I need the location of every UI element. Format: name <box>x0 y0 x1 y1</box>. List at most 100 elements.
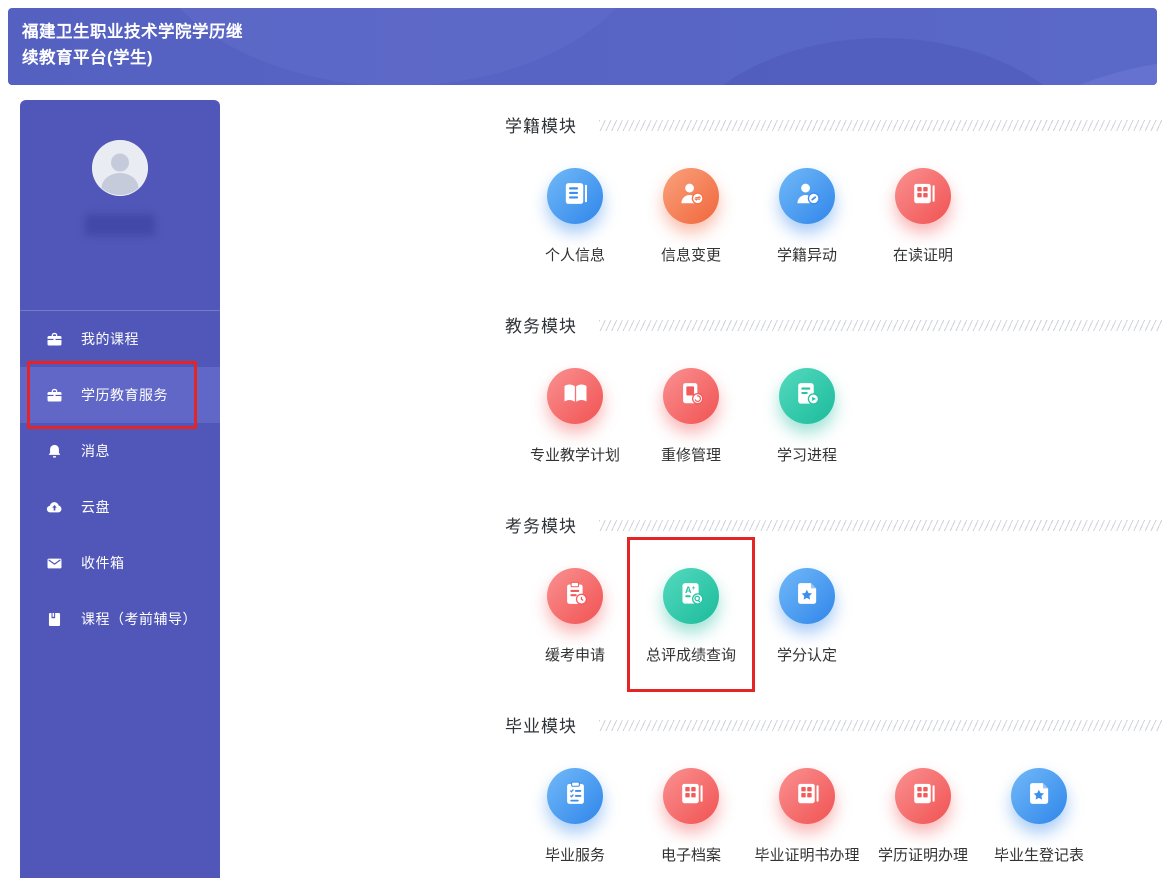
tile-circle <box>547 768 603 824</box>
module-tiles: 缓考申请 A + 总评成绩查询 学分认定 <box>517 537 1162 692</box>
sidebar-item-label: 消息 <box>81 443 110 459</box>
tile-circle <box>663 168 719 224</box>
tile-label: 毕业证明书办理 <box>754 847 860 864</box>
tile-circle <box>779 768 835 824</box>
app-title: 福建卫生职业技术学院学历继 续教育平台(学生) <box>22 19 243 71</box>
tile-enrollment-certificate[interactable]: 在读证明 <box>865 168 981 265</box>
briefcase-icon <box>45 330 64 349</box>
tile-student-status-change[interactable]: 学籍异动 <box>749 168 865 265</box>
tile-label: 毕业服务 <box>544 847 605 864</box>
sidebar-item-cloud-drive[interactable]: 云盘 <box>20 479 220 535</box>
tile-label: 在读证明 <box>892 247 953 264</box>
tile-overall-score-inquiry[interactable]: A + 总评成绩查询 <box>627 537 755 692</box>
tile-label: 电子档案 <box>660 847 721 864</box>
module-title: 学籍模块 <box>505 116 577 136</box>
app-title-line2: 续教育平台(学生) <box>22 49 153 67</box>
module-tiles: 个人信息 信息变更 学籍异动 在读证明 <box>517 168 1162 265</box>
tile-circle <box>547 368 603 424</box>
tile-label: 总评成绩查询 <box>645 647 736 664</box>
sidebar-item-label: 云盘 <box>81 499 110 515</box>
tile-label: 学习进程 <box>776 447 837 464</box>
tile-circle <box>1011 768 1067 824</box>
tile-circle <box>547 168 603 224</box>
tile-circle <box>663 368 719 424</box>
svg-text:+: + <box>691 585 695 592</box>
module-header: 教务模块 <box>505 313 1162 336</box>
app-header: 福建卫生职业技术学院学历继 续教育平台(学生) <box>8 8 1157 85</box>
doc-star-icon <box>1024 778 1055 814</box>
card-grid-icon <box>908 778 939 814</box>
module-title: 毕业模块 <box>505 716 577 736</box>
sidebar-item-label: 学历教育服务 <box>81 387 168 403</box>
tile-graduate-registration-form[interactable]: 毕业生登记表 <box>981 768 1097 865</box>
tile-graduation-certificate-handling[interactable]: 毕业证明书办理 <box>749 768 865 865</box>
user-name-redacted <box>85 214 155 236</box>
clipboard-list-icon <box>560 778 591 814</box>
tile-degree-certificate-handling[interactable]: 学历证明办理 <box>865 768 981 865</box>
tile-label: 缓考申请 <box>544 647 605 664</box>
sidebar-menu: 我的课程 学历教育服务 消息 云盘 收件箱 课程（考前辅导） <box>20 311 220 647</box>
tile-label: 学分认定 <box>776 647 837 664</box>
tile-major-teaching-plan[interactable]: 专业教学计划 <box>517 368 633 465</box>
tile-info-change[interactable]: 信息变更 <box>633 168 749 265</box>
avatar[interactable] <box>92 140 148 196</box>
person-icon <box>92 140 148 196</box>
sidebar-item-label: 我的课程 <box>81 331 139 347</box>
section-divider-pattern <box>599 119 1162 131</box>
tile-retake-management[interactable]: 重修管理 <box>633 368 749 465</box>
tile-circle <box>547 568 603 624</box>
student-status-module: 学籍模块 个人信息 信息变更 学籍异动 在读证明 <box>505 113 1162 265</box>
module-title: 考务模块 <box>505 516 577 536</box>
sidebar-item-courses-exam-tutoring[interactable]: 课程（考前辅导） <box>20 591 220 647</box>
card-grid-icon <box>676 778 707 814</box>
sidebar: 我的课程 学历教育服务 消息 云盘 收件箱 课程（考前辅导） <box>20 100 220 878</box>
sidebar-item-degree-education-services[interactable]: 学历教育服务 <box>20 361 220 429</box>
envelope-icon <box>45 554 64 573</box>
sidebar-item-messages[interactable]: 消息 <box>20 423 220 479</box>
cloud-upload-icon <box>45 498 64 517</box>
notebook-icon <box>45 610 64 629</box>
sidebar-item-label: 收件箱 <box>81 555 125 571</box>
module-tiles: 毕业服务 电子档案 毕业证明书办理 学历证明办理 毕业生登记表 <box>517 768 1162 865</box>
module-tiles: 专业教学计划 重修管理 学习进程 <box>517 368 1162 465</box>
person-sync-icon <box>676 178 707 214</box>
doc-search-icon: A + <box>676 578 707 614</box>
tile-graduation-service[interactable]: 毕业服务 <box>517 768 633 865</box>
section-divider-pattern <box>599 319 1162 331</box>
graduation-module: 毕业模块 毕业服务 电子档案 毕业证明书办理 学历证明办理 毕业生登记表 <box>505 713 1162 865</box>
tile-credit-recognition[interactable]: 学分认定 <box>749 568 865 665</box>
module-header: 考务模块 <box>505 513 1162 536</box>
tile-electronic-archive[interactable]: 电子档案 <box>633 768 749 865</box>
tile-circle <box>663 768 719 824</box>
tile-circle <box>895 768 951 824</box>
tile-label: 毕业生登记表 <box>993 847 1084 864</box>
tile-learning-progress[interactable]: 学习进程 <box>749 368 865 465</box>
doc-lines-icon <box>560 178 591 214</box>
sidebar-item-my-courses[interactable]: 我的课程 <box>20 311 220 367</box>
tile-label: 专业教学计划 <box>529 447 620 464</box>
module-title: 教务模块 <box>505 316 577 336</box>
tile-deferred-exam-application[interactable]: 缓考申请 <box>517 568 633 665</box>
tile-circle: A + <box>663 568 719 624</box>
tile-personal-info[interactable]: 个人信息 <box>517 168 633 265</box>
header-wave-decoration <box>663 38 1103 85</box>
main-content: 学籍模块 个人信息 信息变更 学籍异动 在读证明 教务模块 专业教学计划 重修管… <box>505 100 1162 885</box>
tile-label: 学历证明办理 <box>877 847 968 864</box>
sidebar-item-label: 课程（考前辅导） <box>81 611 197 627</box>
exam-affairs-module: 考务模块 缓考申请 A + 总评成绩查询 学分认定 <box>505 513 1162 692</box>
person-edit-icon <box>792 178 823 214</box>
module-header: 学籍模块 <box>505 113 1162 136</box>
card-grid-icon <box>792 778 823 814</box>
sidebar-item-inbox[interactable]: 收件箱 <box>20 535 220 591</box>
module-header: 毕业模块 <box>505 713 1162 736</box>
academic-affairs-module: 教务模块 专业教学计划 重修管理 学习进程 <box>505 313 1162 465</box>
open-book-icon <box>560 378 591 414</box>
tile-circle <box>779 168 835 224</box>
tile-label: 重修管理 <box>660 447 721 464</box>
section-divider-pattern <box>599 519 1162 531</box>
tile-circle <box>779 368 835 424</box>
card-refresh-icon <box>676 378 707 414</box>
page: 福建卫生职业技术学院学历继 续教育平台(学生) 我的课程 学历教育服务 消息 云… <box>0 0 1162 885</box>
clipboard-clock-icon <box>560 578 591 614</box>
app-title-line1: 福建卫生职业技术学院学历继 <box>22 23 243 41</box>
